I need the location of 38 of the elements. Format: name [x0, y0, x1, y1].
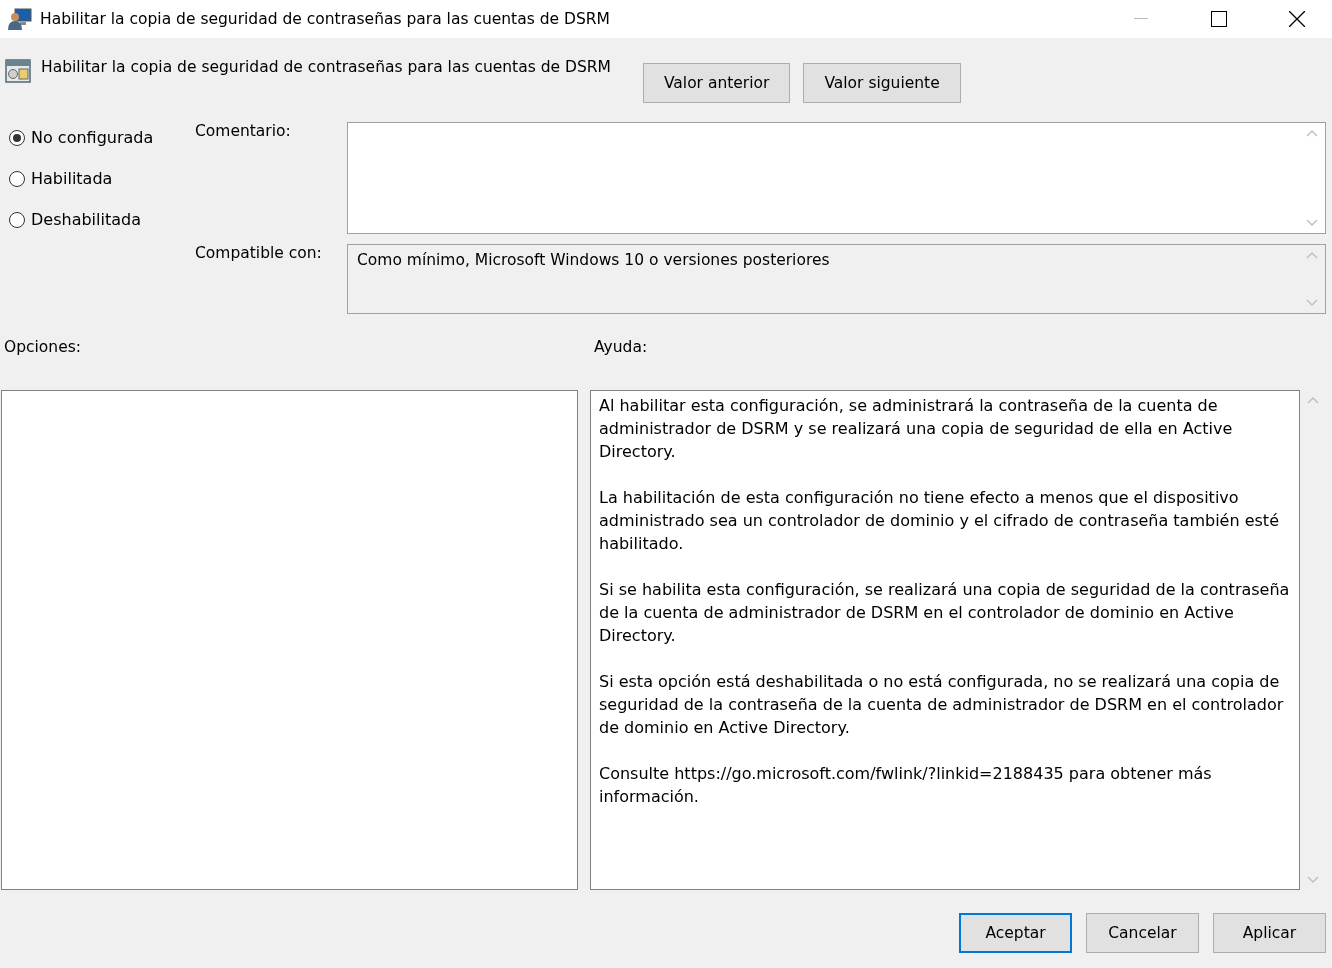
close-icon — [1289, 11, 1305, 27]
scroll-up-icon[interactable] — [1306, 251, 1318, 259]
scroll-up-icon[interactable] — [1306, 129, 1318, 137]
radio-option[interactable]: Habilitada — [9, 169, 195, 188]
help-paragraph: Si esta opción está deshabilitada o no está configurada, no se realizará una copia de seguridad de la contraseña de la cuenta de administrador de DSRM en el controlador de dominio en Active Directory. — [599, 671, 1285, 739]
nav-button[interactable]: Valor siguiente — [803, 63, 961, 103]
options-label: Opciones: — [3, 338, 81, 356]
radio-label: No configurada — [31, 128, 154, 147]
radio-label: Habilitada — [31, 169, 113, 188]
scroll-down-icon[interactable] — [1306, 219, 1318, 227]
dialog-button[interactable]: Aplicar — [1213, 913, 1326, 953]
radio-option[interactable]: Deshabilitada — [9, 210, 195, 229]
help-paragraph: Si se habilita esta configuración, se realizará una copia de seguridad de la contraseña de la cuenta de administrador de DSRM en el controlador de dominio en Active Directory. — [599, 579, 1291, 647]
computer-user-icon — [8, 8, 32, 30]
radio-option[interactable]: No configurada — [9, 128, 195, 147]
comment-field[interactable] — [347, 122, 1326, 234]
radio-label: Deshabilitada — [31, 210, 141, 229]
minimize-icon — [1134, 18, 1148, 20]
dialog-button[interactable]: Aceptar — [959, 913, 1072, 953]
dialog-button[interactable]: Cancelar — [1086, 913, 1199, 953]
radio-icon[interactable] — [9, 170, 25, 187]
help-label: Ayuda: — [593, 338, 648, 356]
policy-settings-icon — [5, 58, 31, 84]
policy-name: Habilitar la copia de seguridad de contraseñas para las cuentas de DSRM — [41, 58, 611, 76]
window-title: Habilitar la copia de seguridad de contraseñas para las cuentas de DSRM — [40, 10, 611, 28]
radio-icon[interactable] — [9, 211, 25, 228]
supported-on-label: Compatible con: — [195, 244, 323, 262]
help-paragraph: La habilitación de esta configuración no tiene efecto a menos que el dispositivo administrado sea un controlador de dominio y el cifrado de contraseña también esté habilitado. — [599, 487, 1280, 555]
scroll-up-icon[interactable] — [1307, 396, 1319, 404]
comment-label: Comentario: — [195, 122, 292, 140]
maximize-icon — [1211, 11, 1227, 27]
nav-button[interactable]: Valor anterior — [642, 63, 791, 103]
scroll-down-icon[interactable] — [1307, 876, 1319, 884]
radio-icon[interactable] — [9, 129, 25, 146]
help-paragraph: Consulte https://go.microsoft.com/fwlink/?linkid=2188435 para obtener más información. — [599, 763, 1213, 808]
supported-on-field: Como mínimo, Microsoft Windows 10 o versiones posteriores — [347, 244, 1326, 314]
scroll-down-icon[interactable] — [1306, 299, 1318, 307]
help-paragraph: Al habilitar esta configuración, se administrará la contraseña de la cuenta de administrador de DSRM y se realizará una copia de seguridad de ella en Active Directory. — [599, 395, 1234, 463]
